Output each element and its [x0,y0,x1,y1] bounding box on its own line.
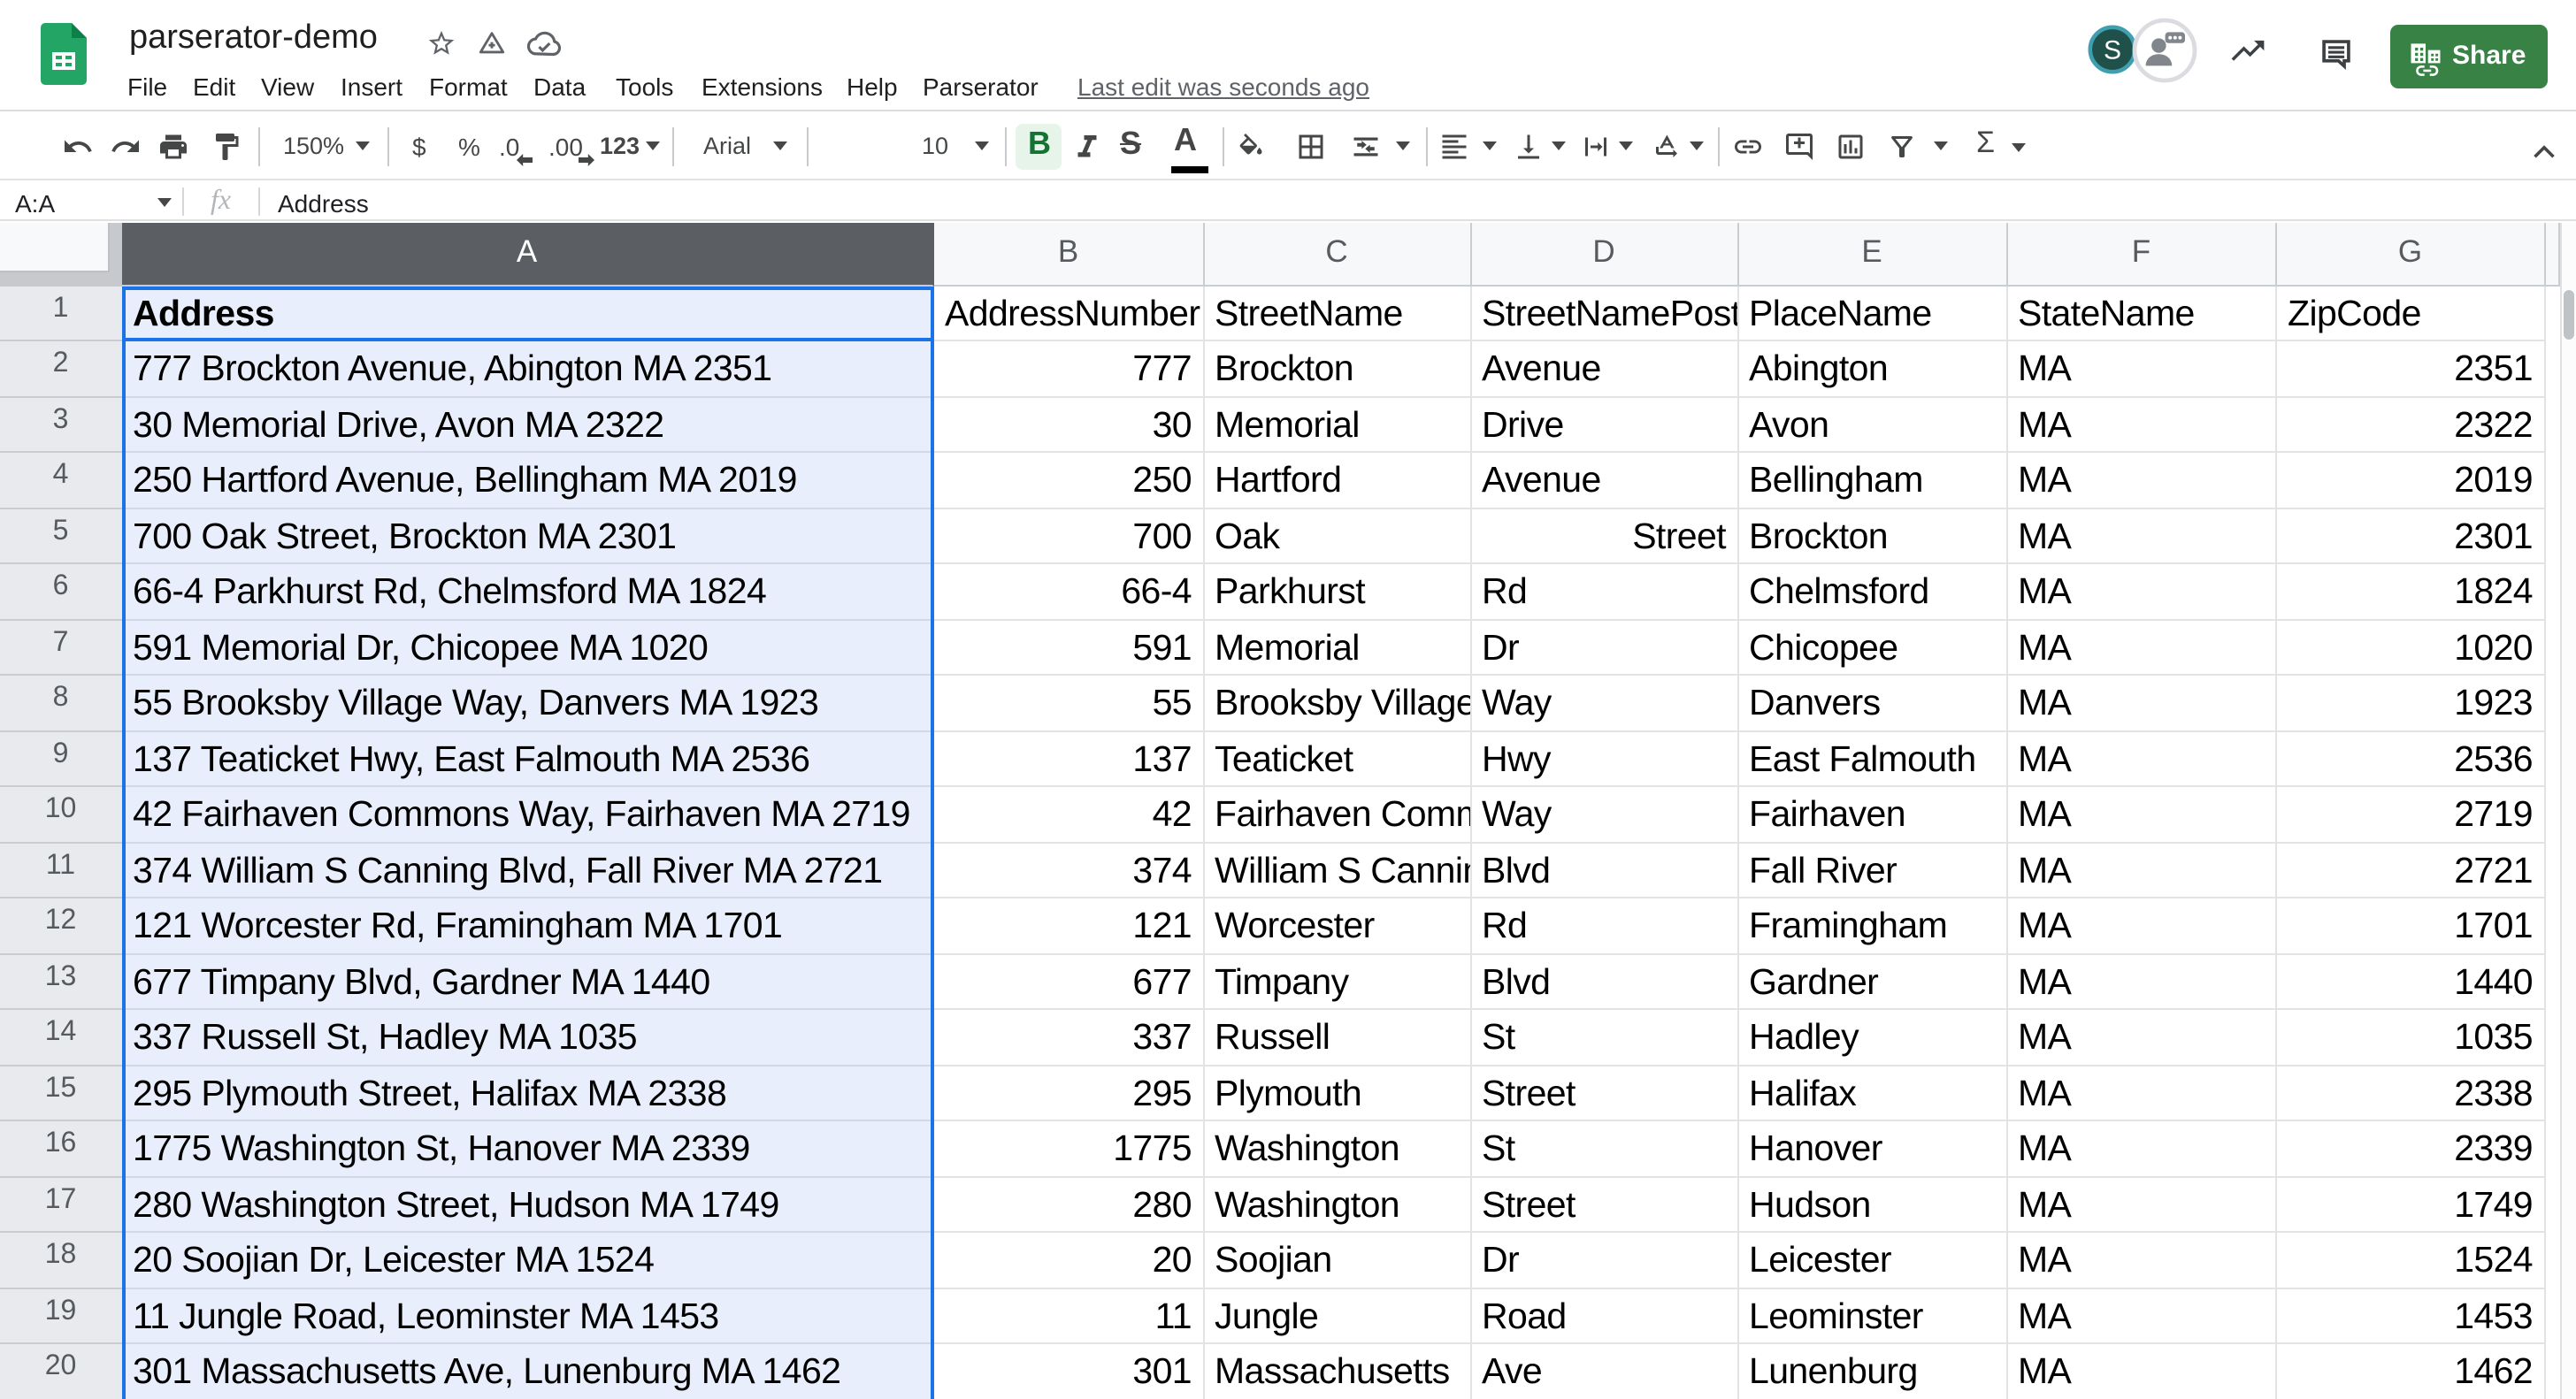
svg-text:S: S [2104,35,2121,65]
